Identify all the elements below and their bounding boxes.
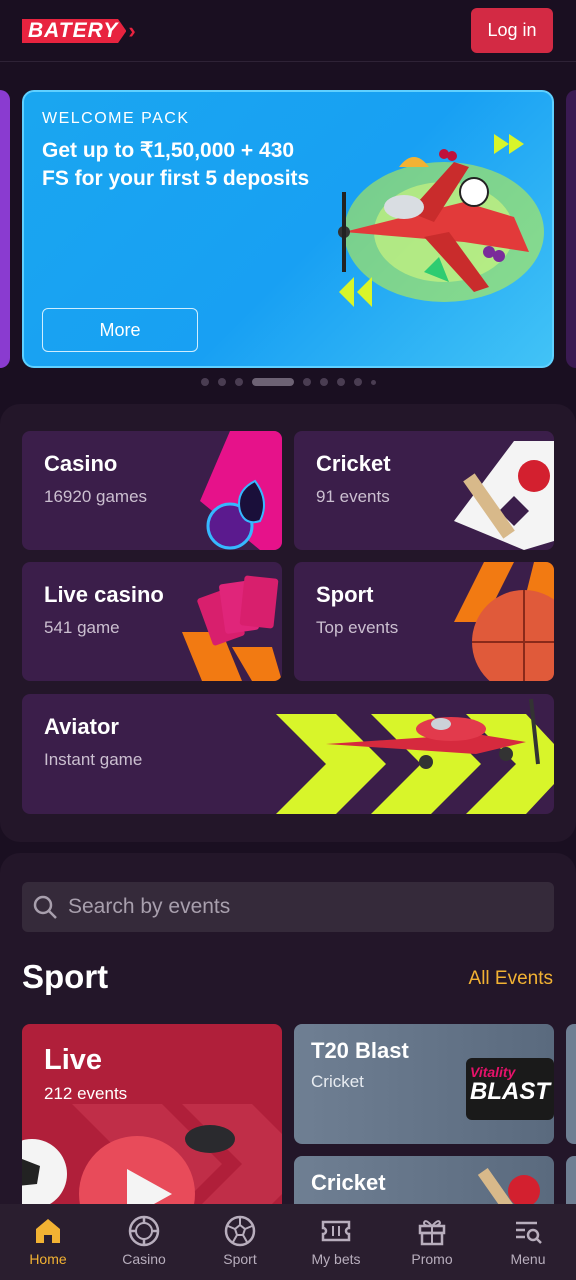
basketball-icon xyxy=(454,562,554,681)
nav-sport[interactable]: Sport xyxy=(192,1204,288,1280)
banner-plane-illustration xyxy=(338,134,544,307)
ticket-icon xyxy=(321,1220,351,1242)
carousel-dot[interactable] xyxy=(336,378,345,386)
logo-chevron-icon: › xyxy=(128,18,136,43)
category-subtitle: 541 game xyxy=(44,618,120,637)
search-icon xyxy=(33,895,57,919)
sport-heading: Sport xyxy=(22,958,109,995)
menu-search-icon xyxy=(516,1221,542,1244)
next-event-card-peek[interactable] xyxy=(566,1024,576,1144)
category-aviator[interactable]: Aviator Instant game xyxy=(22,694,554,814)
logo-bottom-text: BLAST xyxy=(470,1078,550,1105)
category-title: Live casino xyxy=(44,582,164,607)
prev-banner-peek[interactable] xyxy=(0,90,10,368)
gift-icon xyxy=(418,1220,446,1246)
carousel-dot[interactable] xyxy=(302,378,311,386)
event-title: T20 Blast xyxy=(311,1038,409,1063)
nav-label: My bets xyxy=(311,1251,361,1267)
category-title: Aviator xyxy=(44,714,119,739)
live-title: Live xyxy=(44,1044,103,1076)
event-title: Cricket xyxy=(311,1170,386,1195)
next-banner-peek[interactable] xyxy=(566,90,576,368)
category-casino[interactable]: Casino 16920 games xyxy=(22,431,282,550)
live-subtitle: 212 events xyxy=(44,1084,128,1103)
cricket-bat-ball-icon xyxy=(454,441,554,550)
login-button[interactable]: Log in xyxy=(471,8,553,53)
category-subtitle: Top events xyxy=(316,618,399,637)
bottom-navigation: Home Casino Sport My bets Promo Menu xyxy=(0,1204,576,1280)
banner-kicker: WELCOME PACK xyxy=(42,110,190,127)
nav-label: Casino xyxy=(122,1251,166,1267)
nav-label: Menu xyxy=(510,1251,546,1267)
event-card-t20-blast[interactable]: T20 Blast Cricket Vitality BLAST xyxy=(294,1024,554,1144)
top-header: BATERY › Log in xyxy=(0,0,576,62)
app-root: BATERY › Log in WELCOME PACK Get up to ₹… xyxy=(0,0,576,1280)
welcome-banner[interactable]: WELCOME PACK Get up to ₹1,50,000 + 430 F… xyxy=(22,90,554,368)
home-icon xyxy=(36,1219,60,1243)
category-cricket[interactable]: Cricket 91 events xyxy=(294,431,554,550)
football-icon xyxy=(224,1215,256,1247)
carousel-dot[interactable] xyxy=(353,378,362,386)
carousel-dot[interactable] xyxy=(234,378,243,386)
live-events-card[interactable]: Live 212 events xyxy=(22,1024,282,1224)
nav-label: Home xyxy=(29,1251,67,1267)
casino-chips-icon xyxy=(200,431,282,550)
banner-more-button[interactable]: More xyxy=(42,308,198,352)
nav-casino[interactable]: Casino xyxy=(96,1204,192,1280)
vitality-blast-logo: Vitality BLAST xyxy=(466,1058,554,1120)
logo-wordmark: BATERY xyxy=(22,19,127,43)
nav-my-bets[interactable]: My bets xyxy=(288,1204,384,1280)
carousel-dot-active[interactable] xyxy=(251,378,294,386)
carousel-dot[interactable] xyxy=(319,378,328,386)
category-subtitle: Instant game xyxy=(44,750,143,769)
carousel-dot[interactable] xyxy=(217,378,226,386)
carousel-dot[interactable] xyxy=(200,378,209,386)
search-placeholder: Search by events xyxy=(68,895,231,918)
nav-label: Sport xyxy=(223,1251,257,1267)
category-live-casino[interactable]: Live casino 541 game xyxy=(22,562,282,681)
playing-cards-icon xyxy=(182,575,282,681)
casino-chip-icon xyxy=(128,1215,160,1247)
brand-logo[interactable]: BATERY › xyxy=(22,18,136,44)
search-input[interactable]: Search by events xyxy=(22,882,554,932)
carousel-dot[interactable] xyxy=(370,379,376,385)
category-subtitle: 16920 games xyxy=(44,487,148,506)
aviator-plane-icon xyxy=(276,698,554,814)
carousel-indicator[interactable] xyxy=(0,378,576,386)
nav-home[interactable]: Home xyxy=(0,1204,96,1280)
nav-menu[interactable]: Menu xyxy=(480,1204,576,1280)
event-subtitle: Cricket xyxy=(311,1072,364,1091)
category-title: Casino xyxy=(44,451,118,476)
category-title: Sport xyxy=(316,582,374,607)
nav-label: Promo xyxy=(411,1251,453,1267)
category-sport[interactable]: Sport Top events xyxy=(294,562,554,681)
all-events-link[interactable]: All Events xyxy=(469,968,553,990)
banner-headline: Get up to ₹1,50,000 + 430 FS for your fi… xyxy=(42,139,310,190)
nav-promo[interactable]: Promo xyxy=(384,1204,480,1280)
category-subtitle: 91 events xyxy=(316,487,390,506)
category-title: Cricket xyxy=(316,451,391,476)
